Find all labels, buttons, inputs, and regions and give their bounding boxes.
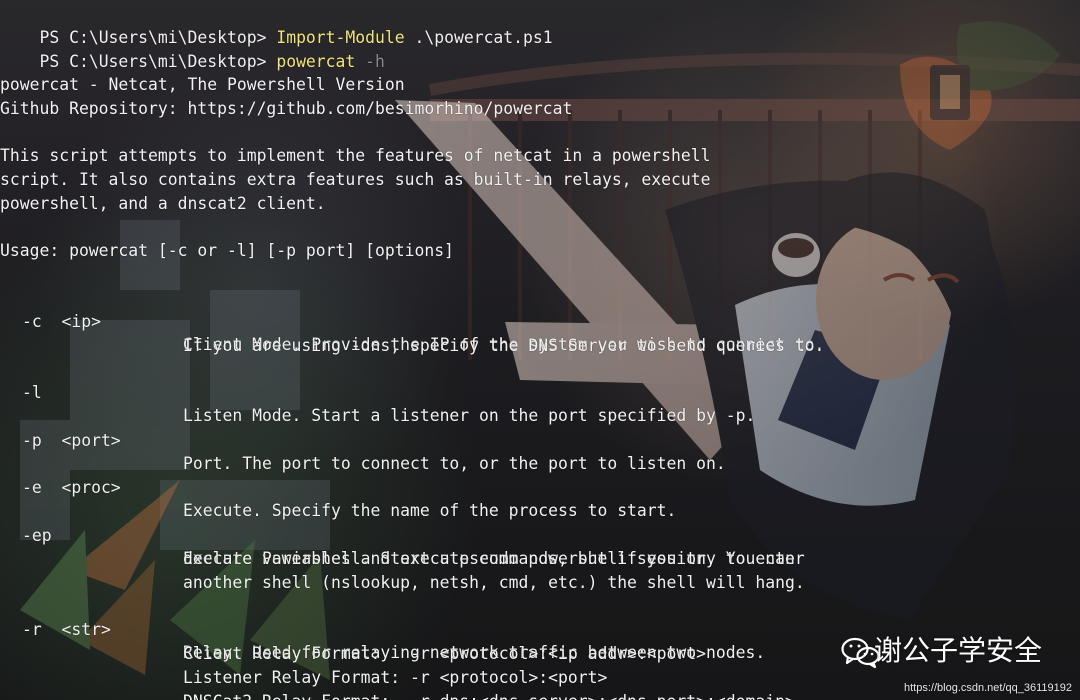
command-line-1: PS C:\Users\mi\Desktop> Import-Module .\…	[0, 2, 552, 47]
option-description-line: Listen Mode. Start a listener on the por…	[183, 406, 756, 426]
option-flag: -r <str>	[22, 619, 111, 639]
option-description-line: Listener Relay Format: -r <protocol>:<po…	[183, 667, 608, 687]
option-relay-continued-3: DNSCat2 Relay Format: -r dns:<dns server…	[0, 666, 795, 700]
powershell-terminal: PS C:\Users\mi\Desktop> Import-Module .\…	[0, 0, 1080, 700]
option-flag: -p <port>	[22, 430, 121, 450]
option-client-mode-continued: If you are using -dns, specify the DNS S…	[0, 310, 824, 355]
usage-line: Usage: powercat [-c or -l] [-p port] [op…	[0, 241, 454, 260]
option-port: -p <port> Port. The port to connect to, …	[0, 405, 726, 474]
option-relay-continued-1: Client Relay Format: -r <protocol>:<ip a…	[0, 618, 706, 663]
option-relay-continued-2: Listener Relay Format: -r <protocol>:<po…	[0, 642, 607, 687]
option-client-mode: -c <ip> Client Mode. Provide the IP of t…	[0, 286, 824, 355]
description-line-3: powershell, and a dnscat2 client.	[0, 194, 326, 213]
option-relay: -r <str> Relay. Used for relaying networ…	[0, 594, 765, 663]
option-flag: -e <proc>	[22, 477, 121, 497]
watermark-url: https://blog.csdn.net/qq_36119192	[904, 682, 1072, 694]
option-description-line: Client Relay Format: -r <protocol>:<ip a…	[183, 643, 707, 663]
option-flag: -c <ip>	[22, 311, 101, 331]
option-description-line: If you are using -dns, specify the DNS S…	[183, 335, 825, 355]
help-argument: -h	[355, 51, 385, 71]
option-flag: -ep	[22, 525, 52, 545]
powercat-command: powercat	[276, 51, 356, 71]
import-module-arguments: .\powercat.ps1	[404, 27, 553, 47]
description-line-2: script. It also contains extra features …	[0, 170, 711, 189]
option-description-line: Execute. Specify the name of the process…	[183, 501, 677, 521]
option-listen-mode: -l Listen Mode. Start a listener on the …	[0, 357, 755, 426]
description-line-1: This script attempts to implement the fe…	[0, 146, 711, 165]
option-execute-powershell: -ep Execute Powershell. Start a pseudo p…	[0, 500, 795, 569]
watermark-title: 谢公子学安全	[873, 634, 1042, 667]
option-execute-powershell-continued-2: another shell (nslookup, netsh, cmd, etc…	[0, 547, 805, 592]
option-execute: -e <proc> Execute. Specify the name of t…	[0, 452, 676, 521]
title-line: powercat - Netcat, The Powershell Versio…	[0, 75, 405, 94]
option-description-line: another shell (nslookup, netsh, cmd, etc…	[183, 572, 805, 592]
prompt-text: PS C:\Users\mi\Desktop>	[39, 51, 277, 71]
option-description-line: declare variables and execute commands, …	[183, 548, 805, 568]
option-execute-powershell-continued-1: declare variables and execute commands, …	[0, 523, 805, 568]
option-flag: -l	[22, 382, 42, 402]
repository-line: Github Repository: https://github.com/be…	[0, 99, 573, 118]
option-description-line: DNSCat2 Relay Format: -r dns:<dns server…	[183, 690, 795, 700]
option-description-line: Port. The port to connect to, or the por…	[183, 454, 726, 474]
command-line-2: PS C:\Users\mi\Desktop> powercat -h	[0, 26, 384, 71]
